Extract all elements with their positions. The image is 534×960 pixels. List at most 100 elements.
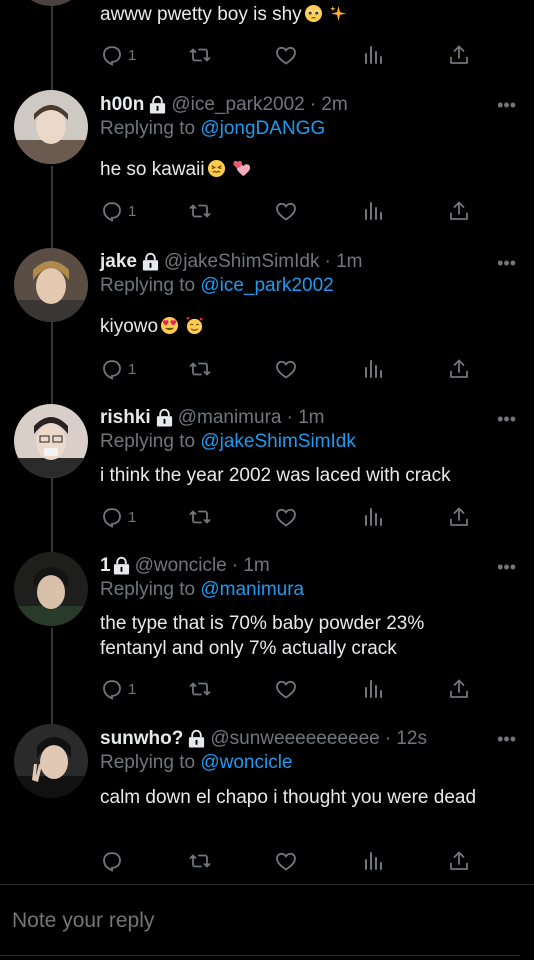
- tweet[interactable]: jake @jakeShimSimIdk · 1m Replying to @i…: [0, 248, 534, 398]
- heart-icon: [276, 202, 296, 221]
- retweet-icon: [189, 682, 211, 696]
- avatar[interactable]: [14, 248, 88, 322]
- retweet-icon: [189, 362, 211, 376]
- views-chart-icon: [365, 852, 382, 870]
- timestamp: · 2m: [309, 94, 348, 115]
- mention-link[interactable]: @jakeShimSimIdk: [200, 431, 356, 452]
- views-button[interactable]: [361, 42, 385, 68]
- like-button[interactable]: [274, 504, 298, 530]
- more-options-button[interactable]: •••: [497, 558, 516, 576]
- share-icon: [450, 851, 468, 870]
- reply-icon: [103, 46, 121, 66]
- mention-link[interactable]: @woncicle: [200, 752, 292, 773]
- share-button[interactable]: [447, 504, 471, 530]
- views-button[interactable]: [361, 198, 385, 224]
- reply-input[interactable]: [12, 909, 512, 933]
- smiling-face-with-hearts-emoji: [185, 316, 204, 335]
- reply-icon: [103, 680, 121, 700]
- mention-link[interactable]: @jongDANGG: [200, 118, 325, 139]
- reply-button[interactable]: 1: [100, 356, 136, 382]
- reply-button[interactable]: 1: [100, 198, 136, 224]
- reply-button[interactable]: 1: [100, 676, 136, 702]
- share-icon: [450, 45, 468, 64]
- like-button[interactable]: [274, 198, 298, 224]
- retweet-button[interactable]: [188, 848, 212, 874]
- views-button[interactable]: [361, 848, 385, 874]
- display-name[interactable]: 1: [100, 554, 111, 578]
- lock-icon: [112, 556, 131, 576]
- like-button[interactable]: [274, 848, 298, 874]
- replying-to: Replying to @jongDANGG: [100, 118, 326, 139]
- like-button[interactable]: [274, 42, 298, 68]
- mention-link[interactable]: @manimura: [200, 579, 304, 600]
- tweet[interactable]: 1 @woncicle · 1m Replying to @manimura t…: [0, 552, 534, 718]
- mention-link[interactable]: @ice_park2002: [200, 275, 333, 296]
- heart-icon: [276, 46, 296, 65]
- sparkles-emoji: [329, 4, 348, 23]
- reply-count: 1: [128, 46, 137, 64]
- share-icon: [450, 679, 468, 698]
- more-options-button[interactable]: •••: [497, 410, 516, 428]
- more-options-button[interactable]: •••: [497, 96, 516, 114]
- retweet-button[interactable]: [188, 356, 212, 382]
- reply-count: 1: [128, 508, 137, 526]
- lock-icon: [141, 252, 160, 272]
- tweet[interactable]: sunwho? @sunweeeeeeeeee · 12s Replying t…: [0, 724, 534, 880]
- share-button[interactable]: [447, 676, 471, 702]
- timestamp: · 12s: [384, 728, 427, 749]
- tweet[interactable]: h00n @ice_park2002 · 2m Replying to @jon…: [0, 90, 534, 240]
- two-hearts-emoji: [232, 159, 251, 178]
- heart-icon: [276, 360, 296, 379]
- avatar[interactable]: [14, 552, 88, 626]
- views-button[interactable]: [361, 676, 385, 702]
- display-name[interactable]: sunwho?: [100, 727, 183, 751]
- views-button[interactable]: [361, 356, 385, 382]
- retweet-button[interactable]: [188, 198, 212, 224]
- user-handle[interactable]: @sunweeeeeeeeee: [210, 727, 379, 751]
- share-button[interactable]: [447, 356, 471, 382]
- display-name[interactable]: h00n: [100, 93, 144, 117]
- retweet-icon: [189, 48, 211, 62]
- avatar[interactable]: [14, 90, 88, 164]
- user-handle[interactable]: @woncicle: [135, 554, 227, 578]
- like-button[interactable]: [274, 676, 298, 702]
- replying-to: Replying to @woncicle: [100, 752, 293, 773]
- avatar[interactable]: [14, 404, 88, 478]
- confounded-face-emoji: [207, 159, 226, 178]
- reply-composer: [0, 884, 534, 960]
- reply-icon: [103, 852, 121, 872]
- user-handle[interactable]: @jakeShimSimIdk: [164, 250, 320, 274]
- user-handle[interactable]: @manimura: [178, 406, 282, 430]
- tweet-text: the type that is 70% baby powder 23% fen…: [100, 613, 425, 659]
- tweet-actions: 1: [100, 198, 480, 224]
- views-chart-icon: [365, 46, 382, 64]
- share-button[interactable]: [447, 198, 471, 224]
- reply-button[interactable]: [100, 848, 128, 874]
- more-options-button[interactable]: •••: [497, 730, 516, 748]
- timestamp: · 1m: [324, 251, 363, 272]
- tweet-text: he so kawaii: [100, 157, 518, 182]
- share-button[interactable]: [447, 848, 471, 874]
- retweet-button[interactable]: [188, 676, 212, 702]
- tweet-header: sunwho? @sunweeeeeeeeee · 12s: [100, 727, 518, 751]
- retweet-button[interactable]: [188, 42, 212, 68]
- reply-count: 1: [128, 680, 137, 698]
- tweet[interactable]: rishki @manimura · 1m Replying to @jakeS…: [0, 404, 534, 544]
- display-name[interactable]: rishki: [100, 406, 151, 430]
- retweet-button[interactable]: [188, 504, 212, 530]
- reply-button[interactable]: 1: [100, 42, 136, 68]
- lock-icon: [187, 729, 206, 749]
- views-button[interactable]: [361, 504, 385, 530]
- display-name[interactable]: jake: [100, 250, 137, 274]
- lock-icon: [148, 95, 167, 115]
- share-icon: [450, 507, 468, 526]
- share-button[interactable]: [447, 42, 471, 68]
- tweet-top-partial: awww pwetty boy is shy 1: [0, 0, 534, 80]
- user-handle[interactable]: @ice_park2002: [171, 93, 304, 117]
- more-options-button[interactable]: •••: [497, 254, 516, 272]
- like-button[interactable]: [274, 356, 298, 382]
- replying-to: Replying to @ice_park2002: [100, 275, 334, 296]
- avatar[interactable]: [14, 724, 88, 798]
- reply-button[interactable]: 1: [100, 504, 136, 530]
- tweet-text: calm down el chapo i thought you were de…: [100, 787, 477, 808]
